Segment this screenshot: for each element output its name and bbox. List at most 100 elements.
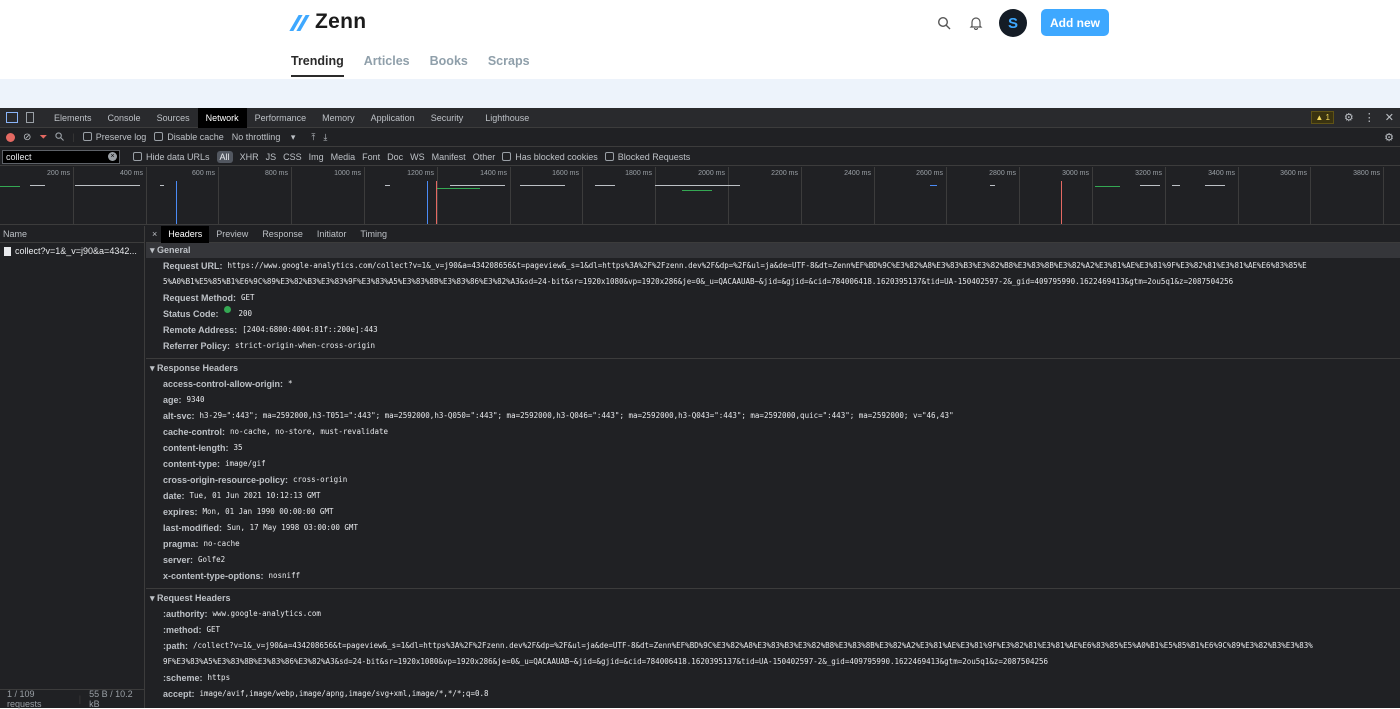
response-header-key: expires: (163, 507, 198, 517)
timeline-request-bar (450, 185, 505, 186)
disable-cache-checkbox[interactable]: Disable cache (154, 132, 224, 142)
response-header-row: last-modified: Sun, 17 May 1998 03:00:00 … (146, 520, 1400, 536)
record-icon[interactable] (6, 132, 15, 142)
timeline-request-bar (385, 185, 390, 186)
close-details-icon[interactable]: × (146, 226, 161, 243)
type-filter-ws[interactable]: WS (410, 152, 425, 162)
general-header-key: Request Method: (163, 293, 236, 303)
clear-icon[interactable]: ⊘ (23, 132, 31, 143)
hide-data-urls-checkbox[interactable]: Hide data URLs (133, 151, 210, 162)
download-har-icon[interactable]: ⤓ (323, 132, 327, 143)
response-headers-section: ▾ Response Headers access-control-allow-… (146, 359, 1400, 589)
detail-tab-preview[interactable]: Preview (209, 226, 255, 243)
tab-network[interactable]: Network (197, 107, 247, 128)
response-header-value: cross-origin (293, 475, 348, 484)
tab-elements[interactable]: Elements (46, 108, 100, 128)
request-headers-toggle[interactable]: ▾ Request Headers (146, 591, 1400, 606)
general-header-value: https://www.google-analytics.com/collect… (227, 261, 1307, 270)
timeline-request-bar (1205, 185, 1225, 186)
type-filter-doc[interactable]: Doc (387, 152, 403, 162)
clear-filter-icon[interactable]: × (108, 151, 117, 161)
response-header-value: image/gif (225, 459, 266, 468)
response-header-row: content-length: 35 (146, 440, 1400, 456)
request-header-value: www.google-analytics.com (212, 609, 321, 618)
request-header-row: accept: image/avif,image/webp,image/apng,… (146, 686, 1400, 702)
timeline-tick-label: 200 ms (47, 170, 70, 177)
request-header-key: :path: (163, 641, 188, 651)
blocked-requests-checkbox[interactable]: Blocked Requests (604, 151, 690, 162)
type-filter-xhr[interactable]: XHR (240, 152, 259, 162)
timeline-tick-label: 800 ms (265, 170, 288, 177)
throttling-select[interactable]: No throttling ▾ (232, 132, 296, 143)
response-headers-toggle[interactable]: ▾ Response Headers (146, 361, 1400, 376)
tab-console[interactable]: Console (100, 108, 149, 128)
timeline-tick-label: 1000 ms (334, 170, 361, 177)
request-row[interactable]: collect?v=1&_v=j90&a=4342... (0, 243, 144, 260)
preserve-log-checkbox[interactable]: Preserve log (82, 132, 146, 142)
type-filter-js[interactable]: JS (266, 152, 277, 162)
warning-badge[interactable]: ▲ 1 (1311, 111, 1334, 124)
detail-tab-headers[interactable]: Headers (161, 226, 210, 243)
nav-scraps[interactable]: Scraps (488, 54, 530, 77)
general-header-row: Referrer Policy: strict-origin-when-cross… (146, 338, 1400, 354)
filter-input[interactable]: collect × (2, 149, 120, 164)
request-list-header[interactable]: Name (0, 226, 144, 243)
general-section-toggle[interactable]: ▾ General (146, 243, 1400, 258)
type-filter-manifest[interactable]: Manifest (432, 152, 466, 162)
more-options-icon[interactable]: ⋮ (1364, 111, 1375, 124)
type-filter-all[interactable]: All (216, 150, 233, 163)
devtools-panel: Elements Console Sources Network Perform… (0, 107, 1400, 709)
upload-har-icon[interactable]: ⤒ (311, 132, 315, 143)
nav-articles[interactable]: Articles (364, 54, 410, 77)
request-header-value: 9F%E3%83%A5%E3%83%8B%E3%83%86%E3%82%A3&s… (163, 657, 1049, 666)
timeline-tick: 2800 ms (989, 167, 1020, 224)
network-timeline-overview[interactable]: 200 ms 400 ms 600 ms 800 ms 1000 ms 1200 ms 14… (0, 167, 1400, 225)
timeline-tick-label: 3600 ms (1280, 170, 1307, 177)
zenn-logo[interactable]: Zenn (289, 10, 367, 34)
timeline-tick: 1800 ms (625, 167, 656, 224)
tab-performance[interactable]: Performance (247, 108, 315, 128)
inspect-element-icon[interactable] (6, 112, 18, 123)
nav-trending[interactable]: Trending (291, 54, 344, 77)
request-headers-title: Request Headers (157, 593, 231, 603)
type-filter-other[interactable]: Other (473, 152, 496, 162)
nav-books[interactable]: Books (430, 54, 468, 77)
device-toolbar-icon[interactable] (26, 112, 34, 123)
type-filter-media[interactable]: Media (331, 152, 356, 162)
timeline-tick-label: 600 ms (192, 170, 215, 177)
tab-sources[interactable]: Sources (149, 108, 198, 128)
tab-lighthouse[interactable]: Lighthouse (477, 108, 537, 128)
timeline-tick-label: 3000 ms (1062, 170, 1089, 177)
timeline-tick-label: 1800 ms (625, 170, 652, 177)
timeline-tick: 1000 ms (334, 167, 365, 224)
avatar[interactable]: S (999, 9, 1027, 37)
timeline-tick-label: 3800 ms (1353, 170, 1380, 177)
zenn-logo-text: Zenn (315, 10, 367, 33)
main-nav: Trending Articles Books Scraps (291, 54, 530, 77)
tab-security[interactable]: Security (423, 108, 472, 128)
type-filter-img[interactable]: Img (309, 152, 324, 162)
detail-tab-response[interactable]: Response (255, 226, 310, 243)
response-header-row: cache-control: no-cache, no-store, must-r… (146, 424, 1400, 440)
network-settings-gear-icon[interactable]: ⚙ (1384, 131, 1394, 144)
timeline-request-bar (655, 185, 740, 186)
type-filter-font[interactable]: Font (362, 152, 380, 162)
bell-icon[interactable] (967, 14, 985, 32)
response-header-row: alt-svc: h3-29=":443"; ma=2592000,h3-T051… (146, 408, 1400, 424)
timeline-request-bar (1140, 185, 1160, 186)
request-name: collect?v=1&_v=j90&a=4342... (15, 246, 137, 256)
search-icon[interactable] (55, 131, 65, 143)
detail-tab-timing[interactable]: Timing (353, 226, 394, 243)
tab-application[interactable]: Application (363, 108, 423, 128)
detail-tab-initiator[interactable]: Initiator (310, 226, 354, 243)
add-new-button[interactable]: Add new (1041, 9, 1109, 36)
type-filter-css[interactable]: CSS (283, 152, 302, 162)
request-header-row: :authority: www.google-analytics.com (146, 606, 1400, 622)
filter-funnel-icon[interactable]: ⏷ (39, 132, 47, 143)
settings-gear-icon[interactable]: ⚙ (1344, 111, 1354, 124)
has-blocked-cookies-checkbox[interactable]: Has blocked cookies (502, 151, 598, 162)
search-icon[interactable] (935, 14, 953, 32)
tab-memory[interactable]: Memory (314, 108, 363, 128)
close-devtools-icon[interactable]: ✕ (1385, 111, 1394, 124)
timeline-tick-label: 2400 ms (844, 170, 871, 177)
